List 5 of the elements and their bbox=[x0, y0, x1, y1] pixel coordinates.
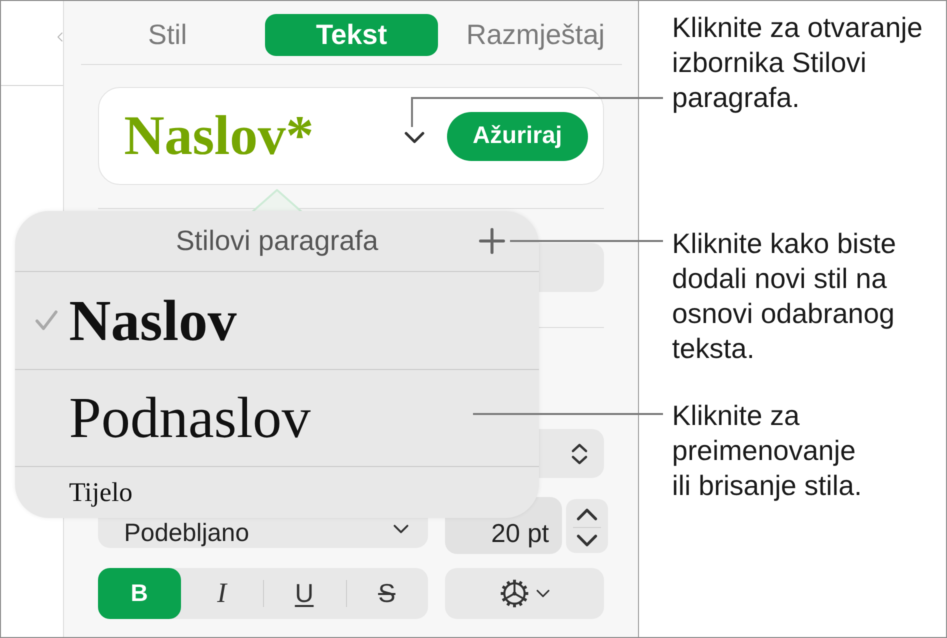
paragraph-style-name: Naslov* bbox=[124, 108, 314, 164]
callout-text: Kliknite za preimenovanje ili brisanje stila. bbox=[672, 399, 863, 503]
callout-text: Kliknite kako biste dodali novi stil na osnovi odabranog teksta. bbox=[672, 227, 898, 366]
popover-title: Stilovi paragrafa bbox=[176, 225, 378, 257]
callout-text: Kliknite za otvaranje izbornika Stilovi paragrafa. bbox=[672, 11, 924, 115]
